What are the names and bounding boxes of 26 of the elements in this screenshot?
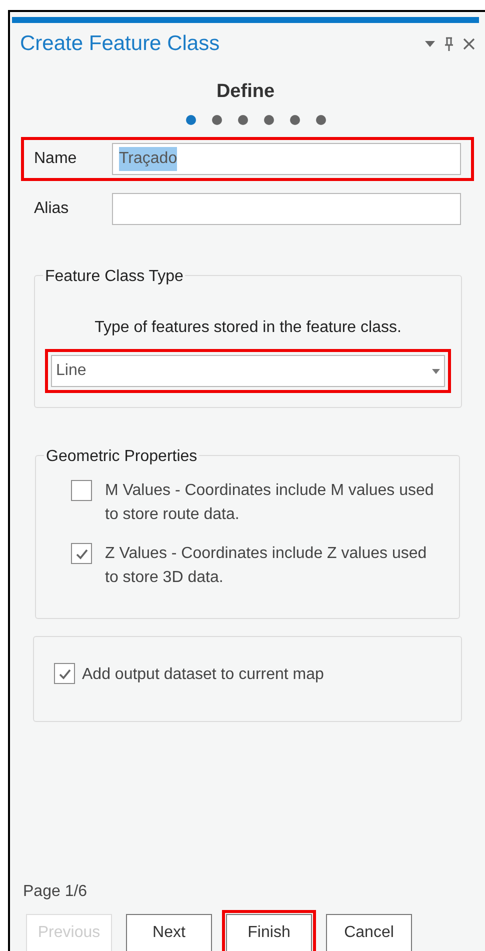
- option-label: Z Values - Coordinates include Z values used to store 3D data.: [105, 544, 428, 588]
- check-icon: [58, 666, 72, 680]
- wizard-button[interactable]: Next: [126, 914, 212, 951]
- option-label: Add output dataset to current map: [82, 665, 324, 685]
- text-field[interactable]: [112, 193, 461, 225]
- checkbox[interactable]: [71, 480, 92, 501]
- caret-icon: [432, 368, 440, 374]
- text-field[interactable]: Traçado: [112, 143, 461, 175]
- dropdown-value: Line: [56, 361, 86, 381]
- type-dropdown[interactable]: Line: [51, 355, 445, 387]
- field-label: Name: [34, 149, 78, 169]
- pin-icon[interactable]: [443, 36, 455, 51]
- wizard-button[interactable]: Cancel: [326, 914, 412, 951]
- checkbox[interactable]: [71, 543, 92, 564]
- wizard-button[interactable]: Finish: [226, 914, 312, 951]
- dropdown-icon[interactable]: [425, 40, 435, 47]
- field-label: Alias: [34, 199, 70, 219]
- close-icon[interactable]: [463, 38, 475, 50]
- page-indicator: Page 1/6: [23, 882, 88, 902]
- field-value: Traçado: [119, 147, 178, 171]
- check-icon: [74, 546, 88, 560]
- checkbox[interactable]: [54, 663, 75, 684]
- option-label: M Values - Coordinates include M values used to store route data.: [105, 481, 435, 525]
- group-description: Type of features stored in the feature class.: [94, 318, 402, 338]
- panel-title: Create Feature Class: [20, 31, 220, 57]
- step-title: Define: [216, 80, 275, 104]
